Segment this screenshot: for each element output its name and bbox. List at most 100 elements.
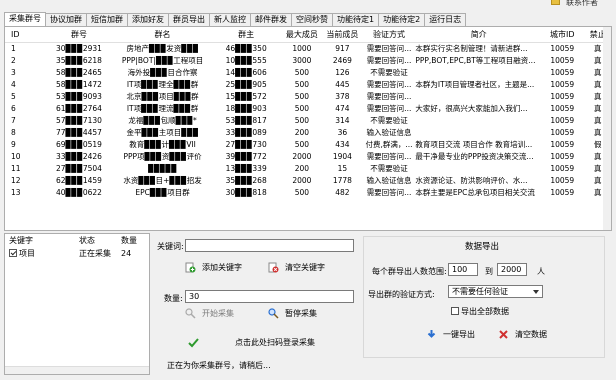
table-cell: PPP|BOT|▉▉▉工程项目 (121, 55, 204, 65)
clear-keyword-button[interactable]: 清空关键字 (268, 262, 325, 273)
column-header[interactable]: 简介 (415, 27, 543, 43)
table-cell: 不需要验证 (370, 115, 408, 125)
one-click-export-button[interactable]: 一键导出 (426, 329, 475, 340)
table-cell: 7 (11, 115, 16, 125)
tab-bar: 采集群号 协议加群 短信加群 添加好友 群员导出 新人监控 邮件群发 空间秒赞 功能待定1 功能待… (4, 12, 467, 26)
tab-1[interactable]: 采集群号 (4, 12, 46, 26)
keyword-input[interactable] (185, 239, 354, 252)
pause-collect-button[interactable]: 暂停采集 (268, 308, 317, 319)
table-row[interactable]: 8 77▉▉▉4457 金平▉▉▉主项目▉▉▉ 33▉▉▉089 200 36 输入验证信息… (5, 127, 611, 139)
table-row[interactable]: 4 58▉▉▉1472 IT项▉▉▉理全▉▉▉群 25▉▉▉905 500 445 需要回答… (5, 79, 611, 91)
table-cell: 200 (294, 127, 310, 137)
table-cell: 474 (335, 103, 350, 113)
table-row[interactable]: 11 27▉▉▉7504 ▉▉▉▉▉ 13▉▉▉339 200 15 不需要验证 10059 真 (5, 163, 611, 175)
table-cell: 10▉▉▉555 (225, 55, 267, 65)
column-header[interactable]: 城市ID (542, 27, 583, 43)
column-header[interactable]: 群号 (43, 27, 115, 43)
grid-scrollbar[interactable] (603, 27, 611, 230)
status-text: 正在为你采集群号，请稍后... (167, 361, 271, 370)
tab-7[interactable]: 邮件群发 (250, 13, 292, 26)
range-unit-label: 人 (537, 267, 545, 276)
table-cell: 15▉▉▉572 (225, 91, 267, 101)
table-cell: 11 (11, 163, 21, 173)
group-grid[interactable]: ID 群号 群名 群主 最大成员 当前成员 验证方式 简介 城市ID 禁止 1 30▉▉▉2931 房… (4, 26, 612, 231)
table-row[interactable]: 3 58▉▉▉2465 海外投▉▉▉目合作察 14▉▉▉606 500 126 不需要验证 1… (5, 67, 611, 79)
tab-3[interactable]: 短信加群 (86, 13, 128, 26)
table-row[interactable]: 1 30▉▉▉2931 房地产▉▉▉发资▉▉▉ 46▉▉▉350 1000 917 需要回答… (5, 42, 611, 55)
tab-10[interactable]: 功能待定2 (378, 13, 426, 26)
tab-2[interactable]: 协议加群 (45, 13, 87, 26)
column-header[interactable]: ID (5, 27, 44, 43)
range-to-input[interactable]: 2000 (497, 263, 527, 276)
start-collect-button[interactable]: 开始采集 (185, 308, 234, 319)
table-row[interactable]: 5 53▉▉▉9093 北京▉▉▉项目▉▉▉群 15▉▉▉572 500 378 需要回答问… (5, 91, 611, 103)
download-arrow-icon (426, 329, 437, 340)
table-cell: 5 (11, 91, 16, 101)
tab-5[interactable]: 群员导出 (168, 13, 210, 26)
mail-icon[interactable] (551, 0, 560, 5)
keyword-list[interactable]: 关键字 状态 数量 项目 正在采集 24 (4, 233, 150, 375)
keyword-checkbox[interactable] (9, 248, 17, 257)
verify-method-select[interactable]: 不需要任何验证 (448, 285, 543, 298)
keyword-column-header[interactable]: 状态 (75, 234, 117, 247)
table-row[interactable]: 2 35▉▉▉6218 PPP|BOT|▉▉▉工程项目 10▉▉▉555 3000 246… (5, 55, 611, 67)
table-cell: 3 (11, 67, 16, 77)
table-cell: 水资▉▉▉目+▉▉▉招发 (123, 175, 202, 185)
checkbox-box[interactable] (451, 307, 459, 315)
tab-6[interactable]: 新人监控 (209, 13, 251, 26)
grid-header-row: ID 群号 群名 群主 最大成员 当前成员 验证方式 简介 城市ID 禁止 (5, 27, 611, 43)
table-cell: 需要回答问... (366, 79, 412, 89)
table-row[interactable]: 13 40▉▉▉0622 EPC▉▉▉项目群 30▉▉▉818 500 482 需要回答问.… (5, 187, 611, 199)
column-header[interactable]: 最大成员 (281, 27, 323, 43)
table-cell (415, 115, 542, 127)
table-cell: 本群实行实名制管理！请新进群... (415, 43, 528, 53)
column-header[interactable]: 群名 (114, 27, 211, 43)
table-cell: 输入验证信息 (366, 175, 412, 185)
table-cell: 2000 (292, 175, 312, 185)
column-header[interactable]: 群主 (210, 27, 282, 43)
clear-data-button[interactable]: 清空数据 (498, 329, 547, 340)
table-cell: 1 (11, 43, 16, 53)
tab-11[interactable]: 运行日志 (424, 13, 467, 26)
range-from-input[interactable]: 100 (448, 263, 478, 276)
table-cell: 61▉▉▉2764 (55, 103, 102, 113)
keyword-scrollbar[interactable] (5, 366, 149, 374)
table-cell: 35▉▉▉268 (225, 175, 267, 185)
table-cell: 10059 (550, 91, 575, 101)
column-header[interactable]: 验证方式 (362, 27, 416, 43)
table-row[interactable]: 9 69▉▉▉0519 教育▉▉▉计▉▉▉VII 27▉▉▉730 500 434 付费,群… (5, 139, 611, 151)
scan-login-button[interactable]: 点击此处扫码登录采集 (188, 337, 315, 348)
table-cell: IT项▉▉▉理全▉▉▉群 (126, 79, 199, 89)
export-title: 数据导出 (465, 242, 500, 252)
keyword-column-header[interactable]: 数量 (117, 234, 149, 247)
table-row[interactable]: 6 61▉▉▉2764 IT项▉▉▉理流▉▉▉群 18▉▉▉903 500 474 需要回答… (5, 103, 611, 115)
table-cell: 445 (335, 79, 350, 89)
table-cell (415, 67, 542, 79)
table-cell: 10059 (550, 187, 575, 197)
tab-9[interactable]: 功能待定1 (332, 13, 380, 26)
keyword-column-header[interactable]: 关键字 (5, 234, 75, 247)
table-cell: 龙福▉▉▉包顺▉▉▉* (128, 115, 197, 125)
table-cell (415, 163, 542, 175)
table-cell: 27▉▉▉7504 (55, 163, 102, 173)
table-cell: 最干净最专业的PPP投资决策交流... (415, 151, 534, 161)
table-cell: 10059 (550, 67, 575, 77)
table-row[interactable]: 10 33▉▉▉2426 PPP项▉▉▉资▉▉▉评价 39▉▉▉772 2000 1904… (5, 151, 611, 163)
list-item[interactable]: 项目 正在采集 24 (5, 247, 149, 259)
add-keyword-button[interactable]: 添加关键字 (185, 262, 242, 273)
table-cell: 需要回答问... (366, 103, 412, 113)
table-cell: 10059 (550, 151, 575, 161)
quantity-input[interactable]: 30 (185, 290, 354, 303)
tab-4[interactable]: 添加好友 (127, 13, 169, 26)
column-header[interactable]: 当前成员 (322, 27, 363, 43)
export-all-checkbox[interactable]: 导出全部数据 (451, 306, 509, 317)
table-cell: 57▉▉▉7130 (55, 115, 102, 125)
table-cell: 13▉▉▉339 (225, 163, 267, 173)
contact-author-link[interactable]: 联系作者 (566, 0, 598, 8)
table-cell: 2469 (332, 55, 352, 65)
table-cell: 10059 (550, 103, 575, 113)
table-row[interactable]: 7 57▉▉▉7130 龙福▉▉▉包顺▉▉▉* 53▉▉▉817 500 314 不需要验证… (5, 115, 611, 127)
table-row[interactable]: 12 62▉▉▉1459 水资▉▉▉目+▉▉▉招发 35▉▉▉268 2000 1778 输… (5, 175, 611, 187)
tab-8[interactable]: 空间秒赞 (291, 13, 333, 26)
table-cell: 需要回答问... (366, 43, 412, 53)
